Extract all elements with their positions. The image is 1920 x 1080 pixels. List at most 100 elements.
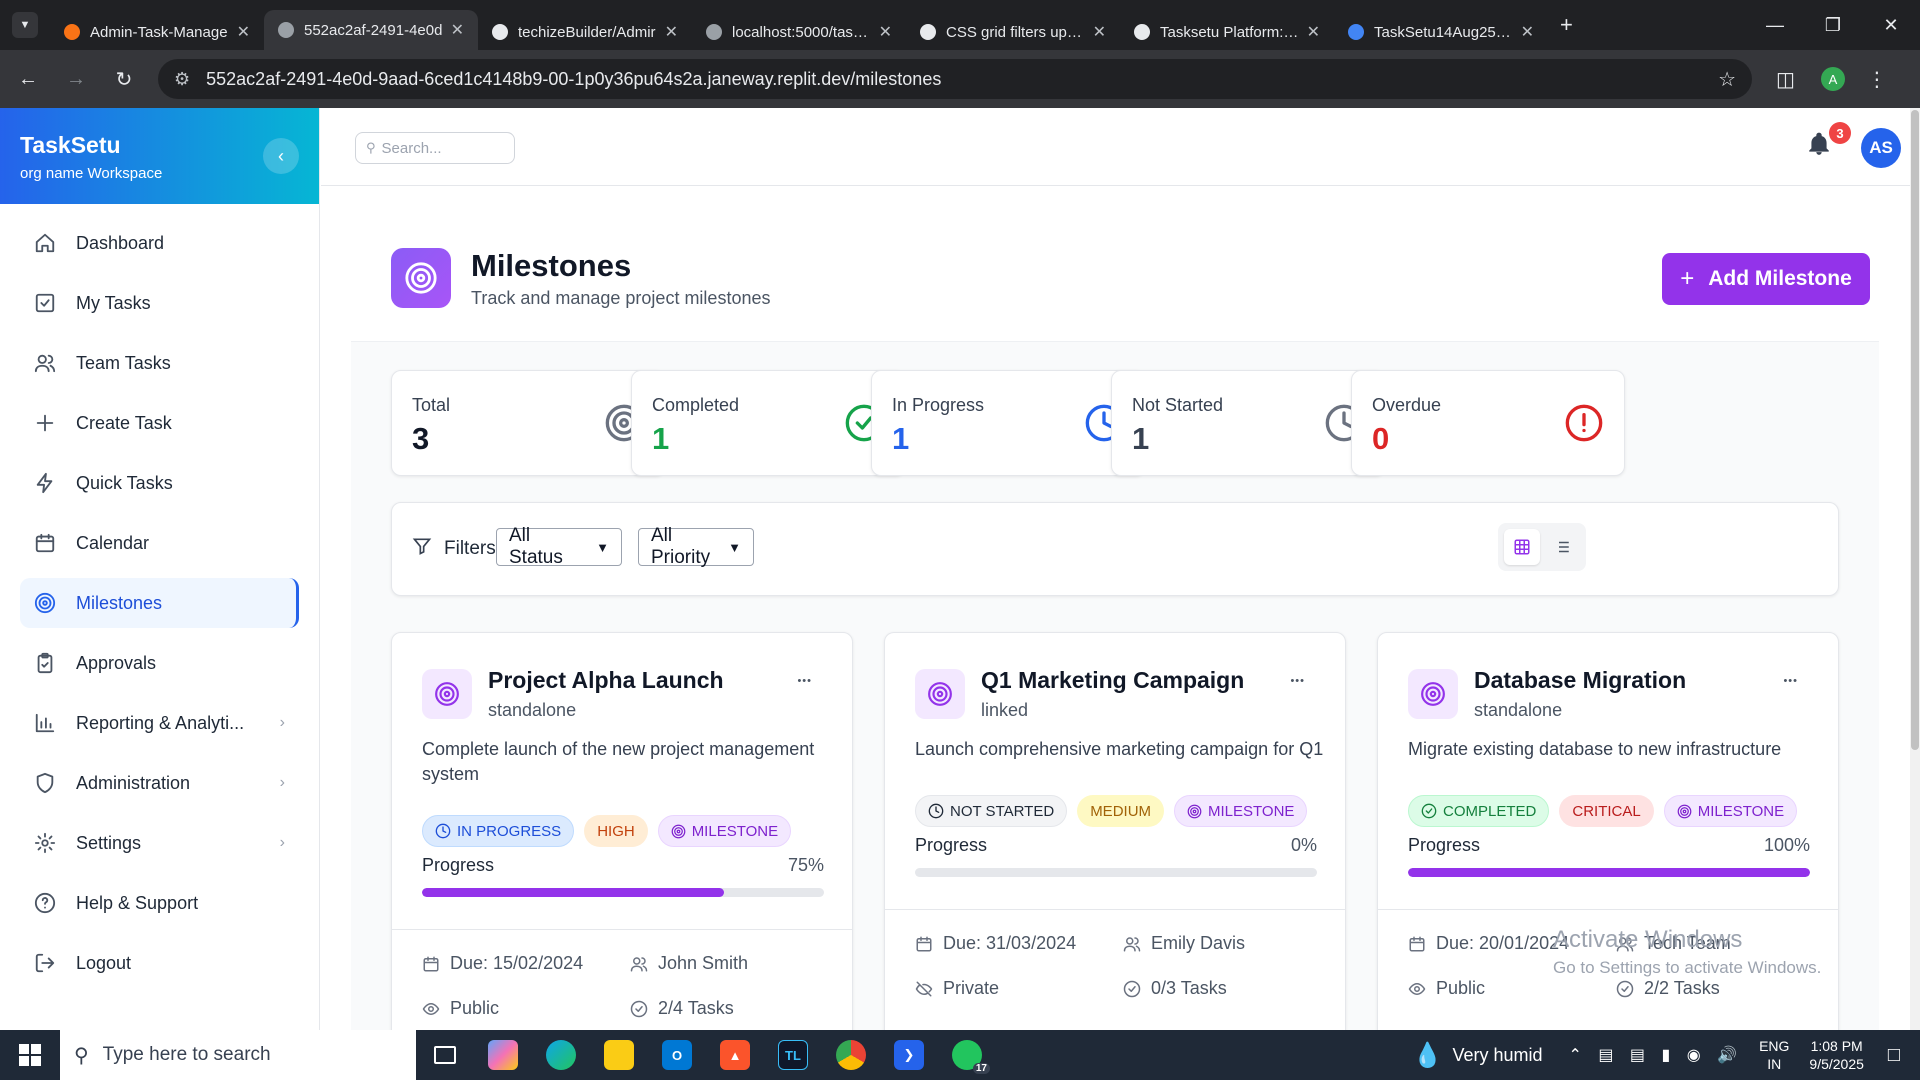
gear-icon (34, 832, 56, 854)
tab-close-icon[interactable]: ✕ (237, 22, 250, 42)
tab-close-icon[interactable]: ✕ (665, 22, 678, 42)
profile-avatar[interactable]: A (1820, 67, 1845, 91)
task-view-button[interactable] (416, 1030, 474, 1080)
tab-search-button[interactable]: ▼ (12, 12, 38, 38)
weather-widget[interactable]: 💧 Very humid (1413, 1041, 1543, 1070)
tab-close-icon[interactable]: ✕ (1521, 22, 1534, 42)
milestone-card[interactable]: Project Alpha Launch standalone ••• Complet… (391, 632, 853, 1030)
browser-tab[interactable]: CSS grid filters updat ✕ (906, 14, 1120, 50)
sidebar-item-logout[interactable]: Logout (20, 938, 299, 988)
bookmark-star-icon[interactable]: ☆ (1718, 67, 1736, 92)
milestone-due-date-text: Due: 15/02/2024 (450, 953, 584, 973)
browser-tab[interactable]: TaskSetu14Aug25_10 ✕ (1334, 14, 1548, 50)
forward-button[interactable]: → (56, 68, 96, 91)
whatsapp-app-icon[interactable]: 17 (938, 1030, 996, 1080)
new-tab-button[interactable]: + (1560, 12, 1573, 38)
check-circle-icon (1123, 980, 1141, 998)
windows-taskbar: ⚲ Type here to search O ▲ TL ❯ 17 💧 Very… (0, 1030, 1920, 1080)
grid-view-button[interactable] (1504, 529, 1540, 565)
sidebar-item-quick-tasks[interactable]: Quick Tasks (20, 458, 299, 508)
eye-icon (422, 1000, 440, 1018)
sidebar-item-reporting-analyti[interactable]: Reporting & Analyti... › (20, 698, 299, 748)
vscode-app-icon[interactable]: ❯ (880, 1030, 938, 1080)
chrome-app-icon[interactable] (822, 1030, 880, 1080)
sidebar-item-dashboard[interactable]: Dashboard (20, 218, 299, 268)
brave-app-icon[interactable]: ▲ (706, 1030, 764, 1080)
add-milestone-button[interactable]: + Add Milestone (1662, 253, 1870, 305)
sidebar-item-settings[interactable]: Settings › (20, 818, 299, 868)
windows-start-button[interactable] (0, 1030, 60, 1080)
milestone-description: Complete launch of the new project manag… (422, 739, 815, 784)
close-window-button[interactable]: ✕ (1862, 0, 1920, 50)
tray-icons[interactable]: ⌃ ▤ ▤ ▮ ◉ 🔊 (1569, 1045, 1744, 1065)
more-options-icon[interactable]: ••• (797, 675, 812, 687)
sidebar-item-administration[interactable]: Administration › (20, 758, 299, 808)
tab-close-icon[interactable]: ✕ (451, 20, 464, 40)
address-bar[interactable]: ⚙ 552ac2af-2491-4e0d-9aad-6ced1c4148b9-0… (158, 59, 1752, 99)
back-button[interactable]: ← (8, 68, 48, 91)
search-input[interactable]: ⚲ Search... (355, 132, 515, 164)
notification-center-icon[interactable]: □ (1888, 1044, 1900, 1067)
scrollbar-thumb[interactable] (1911, 110, 1919, 750)
sidebar-item-label: Administration (76, 772, 191, 793)
more-options-icon[interactable]: ••• (1783, 675, 1798, 687)
progress-section: Progress 100% (1408, 835, 1810, 877)
milestone-due-date-text: Due: 20/01/2024 (1436, 933, 1570, 953)
tab-close-icon[interactable]: ✕ (879, 22, 892, 42)
sidebar-item-label: Create Task (76, 412, 172, 433)
sidebar-item-create-task[interactable]: Create Task (20, 398, 299, 448)
calendar-icon (422, 955, 440, 973)
tab-close-icon[interactable]: ✕ (1307, 22, 1320, 42)
sidebar-item-help-support[interactable]: Help & Support (20, 878, 299, 928)
calendar-icon (915, 935, 933, 953)
copilot-app-icon[interactable] (474, 1030, 532, 1080)
teams-like-app-icon[interactable]: TL (764, 1030, 822, 1080)
browser-tab[interactable]: 552ac2af-2491-4e0d ✕ (264, 10, 478, 50)
sidebar-item-approvals[interactable]: Approvals (20, 638, 299, 688)
sidebar-item-team-tasks[interactable]: Team Tasks (20, 338, 299, 388)
status-filter-select[interactable]: All Status ▼ (496, 525, 622, 568)
outlook-app-icon[interactable]: O (648, 1030, 706, 1080)
browser-tab[interactable]: localhost:5000/tasks/ ✕ (692, 14, 906, 50)
reload-button[interactable]: ↻ (104, 67, 144, 92)
taskbar-search-input[interactable]: ⚲ Type here to search (60, 1030, 416, 1080)
status-badge: NOT STARTED (915, 795, 1068, 827)
eye-icon (1408, 980, 1426, 998)
file-explorer-app-icon[interactable] (590, 1030, 648, 1080)
tab-list: Admin-Task-Manage ✕ 552ac2af-2491-4e0d ✕ tec… (50, 0, 1548, 50)
browser-menu-icon[interactable]: ⋮ (1867, 67, 1887, 92)
sidebar-item-my-tasks[interactable]: My Tasks (20, 278, 299, 328)
milestone-card[interactable]: Q1 Marketing Campaign linked ••• Launch com… (884, 632, 1346, 1030)
list-icon (1555, 541, 1569, 553)
sidebar-item-label: Approvals (76, 652, 157, 673)
sidebar-item-calendar[interactable]: Calendar (20, 518, 299, 568)
restore-button[interactable]: ❐ (1804, 0, 1862, 50)
sidebar-item-milestones[interactable]: Milestones (20, 578, 299, 628)
check-circle-icon (1421, 803, 1437, 819)
status-badge: COMPLETED (1408, 795, 1550, 827)
browser-tab[interactable]: techizeBuilder/Admir ✕ (478, 14, 692, 50)
stat-card-total: Total 3 (391, 370, 665, 476)
sidebar: TaskSetu org name Workspace ‹ Dashboard M… (0, 108, 320, 1030)
site-info-icon[interactable]: ⚙ (174, 69, 190, 90)
priority-filter-select[interactable]: All Priority ▼ (638, 525, 754, 568)
clock[interactable]: 1:08 PM 9/5/2025 (1809, 1037, 1864, 1073)
target-icon (1187, 804, 1202, 819)
view-toggle (1498, 523, 1586, 571)
extensions-icon[interactable]: ◫ (1776, 67, 1795, 92)
browser-tab[interactable]: Admin-Task-Manage ✕ (50, 14, 264, 50)
milestone-owner-text: Emily Davis (1151, 933, 1246, 953)
collapse-sidebar-button[interactable]: ‹ (263, 138, 299, 174)
language-indicator[interactable]: ENG IN (1759, 1037, 1789, 1073)
user-avatar[interactable]: AS (1861, 128, 1901, 168)
more-options-icon[interactable]: ••• (1290, 675, 1305, 687)
milestone-type-badge-label: MILESTONE (691, 822, 779, 840)
tab-favicon-icon (1134, 24, 1150, 40)
tab-close-icon[interactable]: ✕ (1093, 22, 1106, 42)
list-view-button[interactable] (1544, 529, 1580, 565)
browser-tab[interactable]: Tasksetu Platform: Re ✕ (1120, 14, 1334, 50)
edge-app-icon[interactable] (532, 1030, 590, 1080)
bell-icon[interactable] (1806, 130, 1832, 165)
minimize-button[interactable]: — (1746, 0, 1804, 50)
progress-label: Progress (1408, 835, 1481, 855)
